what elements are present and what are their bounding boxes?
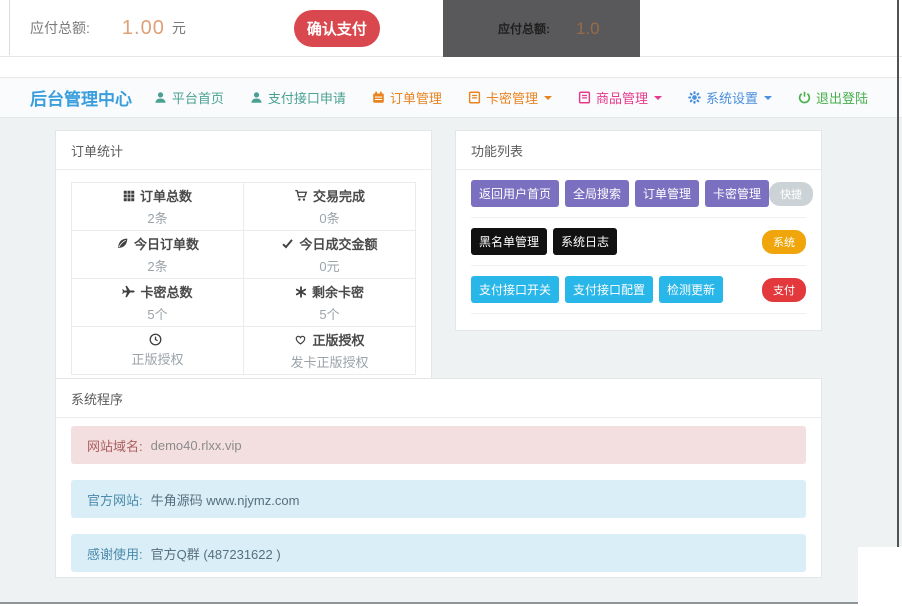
func-button-pay-api-switch[interactable]: 支付接口开关 — [471, 276, 560, 303]
check-icon — [281, 237, 294, 250]
book-icon — [468, 91, 481, 104]
alert-text: demo40.rlxx.vip — [150, 437, 242, 453]
thanks-alert: 感谢使用: 官方Q群 (487231622 ) — [71, 534, 806, 572]
func-button-user-home[interactable]: 返回用户首页 — [471, 180, 560, 207]
payment-total-label: 应付总额: — [30, 20, 90, 36]
overlay-payment-amount: 1.0 — [576, 18, 600, 38]
payment-bar: 应付总额: 1.00 元 确认支付 应付总额: 1.0 — [0, 0, 902, 57]
func-button-card-management[interactable]: 卡密管理 — [705, 180, 770, 207]
func-button-pay-api-config[interactable]: 支付接口配置 — [565, 276, 654, 303]
func-button-system-log[interactable]: 系统日志 — [553, 228, 618, 255]
nav-item-label: 退出登陆 — [815, 91, 868, 106]
payment-amount: 1.00 — [121, 16, 165, 39]
main-content: 订单统计 订单总数 2条 交易完成 0条 今日订单数 2条 今日成交金额 0元 … — [0, 118, 902, 602]
grid-icon — [123, 190, 135, 202]
nav-item-label: 平台首页 — [171, 91, 224, 106]
nav-item-system-settings[interactable]: 系统设置 — [688, 88, 772, 107]
system-info-title: 系统程序 — [56, 379, 821, 418]
navbar: 后台管理中心 平台首页 支付接口申请 订单管理 卡密管理 商品管理 系统设置 退… — [0, 77, 902, 118]
payment-unit: 元 — [171, 20, 186, 36]
user-icon — [154, 91, 167, 104]
brand-title[interactable]: 后台管理中心 — [30, 85, 132, 110]
nav-item-label: 商品管理 — [595, 91, 648, 106]
nav-menu: 平台首页 支付接口申请 订单管理 卡密管理 商品管理 系统设置 退出登陆 — [154, 88, 868, 107]
func-button-order-management[interactable]: 订单管理 — [635, 180, 700, 207]
screen: 应付总额: 1.00 元 确认支付 应付总额: 1.0 后台管理中心 平台首页 … — [0, 0, 902, 606]
alert-label: 官方网站: — [87, 492, 143, 508]
nav-item-label: 支付接口申请 — [267, 91, 346, 106]
stat-card-remaining: 剩余卡密 5个 — [243, 278, 416, 327]
stat-order-total: 订单总数 2条 — [71, 182, 244, 231]
function-list-title: 功能列表 — [456, 131, 821, 170]
stat-license: 正版授权 — [71, 326, 244, 375]
order-stats-title: 订单统计 — [56, 131, 431, 170]
chevron-down-icon — [763, 95, 772, 100]
function-row-quick: 返回用户首页 全局搜索 订单管理 卡密管理 快捷 — [471, 170, 814, 218]
alert-label: 网站域名: — [87, 438, 143, 454]
stat-card-total: 卡密总数 5个 — [71, 278, 244, 327]
alert-label: 感谢使用: — [87, 546, 143, 562]
window-right-edge — [897, 0, 899, 547]
payment-overlay: 应付总额: 1.0 — [443, 0, 640, 57]
heart-icon — [294, 333, 307, 346]
logout-icon — [798, 91, 811, 104]
corner-overlay — [858, 547, 902, 606]
clock-icon — [149, 333, 162, 346]
nav-item-platform-home[interactable]: 平台首页 — [154, 88, 224, 107]
leaf-icon — [116, 237, 129, 250]
stat-license-issuer: 正版授权 发卡正版授权 — [243, 326, 416, 375]
book-icon — [578, 91, 591, 104]
func-button-global-search[interactable]: 全局搜索 — [565, 180, 630, 207]
confirm-pay-button[interactable]: 确认支付 — [293, 9, 380, 47]
nav-item-payment-api-apply[interactable]: 支付接口申请 — [250, 88, 346, 107]
calendar-icon — [372, 91, 385, 104]
nav-item-logout[interactable]: 退出登陆 — [798, 88, 868, 107]
nav-item-label: 卡密管理 — [485, 91, 538, 106]
alert-text: 官方Q群 (487231622 ) — [150, 546, 281, 562]
cart-icon — [294, 189, 308, 202]
payment-badge: 支付 — [762, 277, 806, 302]
window-bottom-border — [0, 602, 902, 604]
window-left-edge — [9, 0, 10, 55]
order-stats-table: 订单总数 2条 交易完成 0条 今日订单数 2条 今日成交金额 0元 卡密总数 … — [71, 182, 416, 375]
chevron-down-icon — [653, 95, 662, 100]
nav-item-card-management[interactable]: 卡密管理 — [468, 88, 552, 107]
function-row-payment: 支付接口开关 支付接口配置 检测更新 支付 — [471, 266, 806, 314]
nav-item-label: 系统设置 — [705, 91, 758, 106]
nav-item-order-management[interactable]: 订单管理 — [372, 88, 442, 107]
nav-item-label: 订单管理 — [389, 91, 442, 106]
asterisk-icon — [295, 285, 307, 298]
system-badge: 系统 — [762, 229, 806, 254]
chevron-down-icon — [543, 95, 552, 100]
function-list-panel: 功能列表 返回用户首页 全局搜索 订单管理 卡密管理 快捷 黑名单管理 系统日志 — [455, 130, 822, 331]
alert-text: 牛角源码 www.njymz.com — [150, 492, 300, 508]
function-row-system: 黑名单管理 系统日志 系统 — [471, 218, 806, 266]
stat-today-amount: 今日成交金额 0元 — [243, 230, 416, 279]
func-button-check-update[interactable]: 检测更新 — [659, 276, 724, 303]
quick-badge: 快捷 — [769, 181, 814, 206]
order-stats-panel: 订单统计 订单总数 2条 交易完成 0条 今日订单数 2条 今日成交金额 0元 … — [55, 130, 432, 389]
nav-item-product-management[interactable]: 商品管理 — [578, 88, 662, 107]
user-icon — [250, 91, 263, 104]
plane-icon — [122, 285, 136, 298]
official-site-alert: 官方网站: 牛角源码 www.njymz.com — [71, 480, 806, 518]
overlay-payment-label: 应付总额: — [498, 22, 550, 36]
stat-trade-complete: 交易完成 0条 — [243, 182, 416, 231]
site-domain-alert: 网站域名: demo40.rlxx.vip — [71, 426, 806, 464]
gear-icon — [688, 91, 701, 104]
stat-today-orders: 今日订单数 2条 — [71, 230, 244, 279]
system-info-panel: 系统程序 网站域名: demo40.rlxx.vip 官方网站: 牛角源码 ww… — [55, 378, 822, 578]
func-button-blacklist[interactable]: 黑名单管理 — [471, 228, 548, 255]
